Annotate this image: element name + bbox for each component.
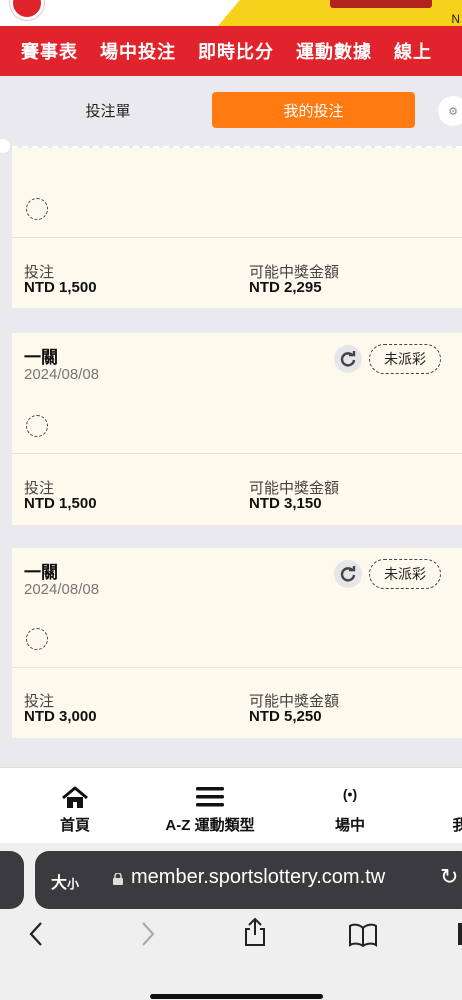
card-divider	[12, 237, 462, 238]
tab-my-bets[interactable]: 我的投注	[212, 92, 415, 128]
selection-status-icon	[26, 628, 48, 650]
tab-more-label: 我	[452, 817, 462, 834]
card-divider	[12, 667, 462, 668]
home-indicator	[150, 994, 323, 999]
stake-amount: NTD 1,500	[24, 495, 97, 512]
tab-az-label: A-Z 運動類型	[165, 817, 255, 834]
status-badge: 未派彩	[369, 344, 441, 374]
main-nav: 賽事表 場中投注 即時比分 運動數據 線上	[0, 26, 462, 76]
payout-amount: NTD 3,150	[249, 495, 322, 512]
top-banner: N	[0, 0, 462, 26]
lock-icon	[113, 873, 123, 885]
tab-more[interactable]: 我	[440, 768, 462, 844]
bet-type: 一關	[24, 563, 58, 582]
tabs-icon[interactable]	[458, 923, 462, 945]
nav-item-online[interactable]: 線上	[394, 38, 432, 64]
status-badge: 未派彩	[369, 559, 441, 589]
payout-amount: NTD 2,295	[249, 279, 322, 296]
selection-status-icon	[26, 415, 48, 437]
bet-card: 一關 2024/08/08 未派彩 投注 NTD 1,500 可能中獎金額 NT…	[12, 333, 462, 525]
card-divider	[12, 453, 462, 454]
banner-corner-text: N	[451, 12, 460, 26]
bet-date: 2024/08/08	[24, 148, 100, 160]
tab-home[interactable]: 首頁	[30, 768, 120, 844]
refresh-icon[interactable]	[334, 345, 362, 373]
share-icon[interactable]	[243, 917, 267, 952]
forward-icon[interactable]	[140, 921, 156, 952]
stake-amount: NTD 3,000	[24, 708, 97, 725]
text-size-small: 小	[67, 877, 80, 891]
url-text: member.sportslottery.com.tw	[131, 866, 386, 888]
bet-date: 2024/08/08	[24, 581, 100, 598]
bet-date: 2024/08/08	[24, 366, 100, 383]
tab-bet-slip[interactable]: 投注單	[16, 92, 200, 128]
menu-icon	[195, 786, 225, 813]
refresh-icon[interactable]	[334, 560, 362, 588]
house-icon	[61, 786, 89, 815]
nav-item-live-scores[interactable]: 即時比分	[198, 38, 274, 64]
address-bar[interactable]: 大小 member.sportslottery.com.tw ↻	[35, 851, 462, 909]
bottom-tab-bar: 首頁 A-Z 運動類型 (•) 場中 我	[0, 767, 462, 843]
nav-item-schedule[interactable]: 賽事表	[21, 38, 78, 64]
selection-status-icon	[26, 198, 48, 220]
reload-icon[interactable]: ↻	[440, 864, 458, 890]
bet-type: 一關	[24, 348, 58, 367]
live-signal-icon: (•)	[342, 786, 358, 802]
nav-item-sports-data[interactable]: 運動數據	[296, 38, 372, 64]
text-size-large: 大	[51, 875, 68, 892]
previous-tab-pill[interactable]	[0, 851, 24, 909]
bet-tabs: 投注單 我的投注 ⚙	[0, 84, 462, 140]
bookmarks-icon[interactable]	[348, 923, 378, 952]
bet-card: 2024/08/08 投注 NTD 1,500 可能中獎金額 NTD 2,295	[12, 148, 462, 308]
stake-amount: NTD 1,500	[24, 279, 97, 296]
browser-chrome: 大小 member.sportslottery.com.tw ↻	[0, 843, 462, 1000]
tab-live-label: 場中	[334, 817, 366, 834]
gear-icon[interactable]: ⚙	[438, 96, 462, 126]
tab-az-sports[interactable]: A-Z 運動類型	[150, 768, 270, 844]
back-icon[interactable]	[28, 921, 44, 952]
payout-amount: NTD 5,250	[249, 708, 322, 725]
nav-item-live-betting[interactable]: 場中投注	[100, 38, 176, 64]
text-size-button[interactable]: 大小	[51, 869, 79, 893]
banner-button[interactable]	[330, 0, 432, 8]
ticket-notch	[0, 139, 10, 153]
tab-live[interactable]: (•) 場中	[310, 768, 390, 844]
bet-card: 一關 2024/08/08 未派彩 投注 NTD 3,000 可能中獎金額 NT…	[12, 548, 462, 738]
tab-home-label: 首頁	[59, 817, 91, 834]
brand-logo[interactable]	[10, 0, 44, 20]
